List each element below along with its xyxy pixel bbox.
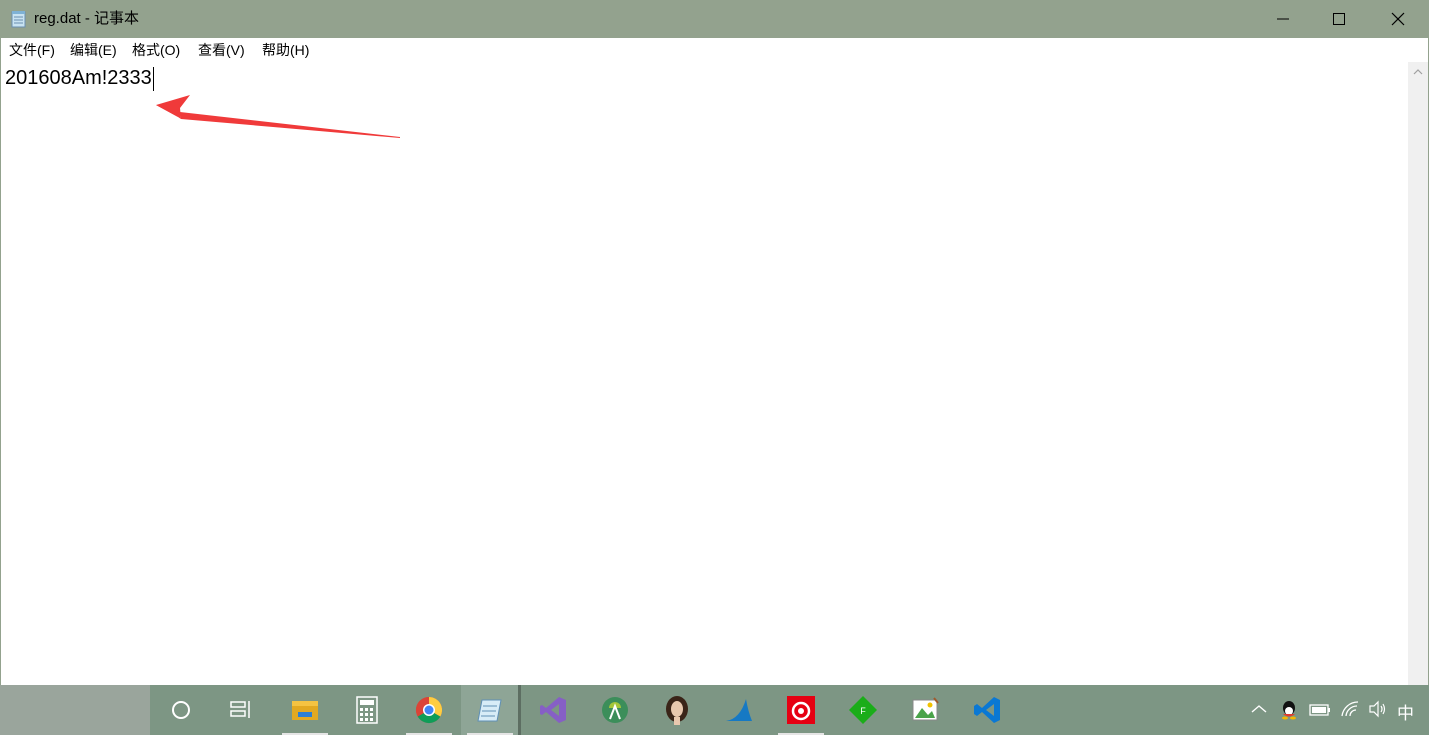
wireshark-icon: [726, 699, 752, 721]
file-explorer-taskbar-button[interactable]: [276, 685, 334, 735]
battery-icon[interactable]: [1309, 703, 1331, 717]
menu-format[interactable]: 格式(O): [132, 42, 180, 58]
menu-file[interactable]: 文件(F): [9, 42, 55, 58]
vscode-icon: [974, 697, 1000, 723]
show-hidden-icons-chevron-icon[interactable]: [1251, 704, 1267, 714]
netease-music-taskbar-button[interactable]: [772, 685, 830, 735]
task-view-button[interactable]: [212, 685, 270, 735]
visual-studio-icon: [540, 697, 566, 723]
taskbar: F 中: [0, 685, 1429, 735]
notepad-taskbar-button[interactable]: [461, 685, 519, 735]
android-studio-icon: [602, 697, 628, 723]
annotation-arrow: [156, 95, 400, 138]
portrait-app-icon: [666, 696, 688, 725]
taskbar-search-area[interactable]: [0, 685, 150, 735]
qq-icon[interactable]: [1280, 700, 1298, 720]
android-studio-taskbar-button[interactable]: [586, 685, 644, 735]
vscode-taskbar-button[interactable]: [958, 685, 1016, 735]
chrome-taskbar-button[interactable]: [400, 685, 458, 735]
vertical-scrollbar[interactable]: [1408, 62, 1429, 685]
scroll-up-arrow-icon[interactable]: [1413, 68, 1423, 76]
taskbar-separator: [518, 685, 521, 735]
editor-text: 201608Am!2333: [5, 67, 152, 89]
green-diamond-app-icon: F: [849, 696, 877, 724]
netease-music-icon: [787, 696, 815, 724]
volume-icon[interactable]: [1368, 700, 1388, 718]
text-caret: [153, 67, 154, 91]
close-icon: [1391, 12, 1405, 26]
input-method-indicator[interactable]: 中: [1397, 699, 1414, 724]
green-diamond-app-taskbar-button[interactable]: F: [834, 685, 892, 735]
task-view-icon: [230, 701, 250, 718]
menu-help[interactable]: 帮助(H): [262, 42, 309, 58]
calculator-icon: [356, 696, 378, 724]
visual-studio-taskbar-button[interactable]: [524, 685, 582, 735]
minimize-button[interactable]: [1254, 0, 1312, 38]
chrome-icon: [415, 696, 443, 724]
notepad-app-icon: [11, 10, 27, 28]
menu-bar: 文件(F) 编辑(E) 格式(O) 查看(V) 帮助(H): [0, 38, 1429, 62]
cortana-button[interactable]: [152, 685, 210, 735]
text-editor[interactable]: 201608Am!2333: [0, 62, 1408, 685]
maximize-icon: [1333, 13, 1345, 25]
maximize-button[interactable]: [1310, 0, 1368, 38]
calculator-taskbar-button[interactable]: [338, 685, 396, 735]
cortana-icon: [172, 701, 190, 719]
portrait-app-taskbar-button[interactable]: [648, 685, 706, 735]
image-editor-icon: [912, 697, 939, 721]
wireshark-taskbar-button[interactable]: [710, 685, 768, 735]
title-bar[interactable]: reg.dat - 记事本: [0, 0, 1429, 38]
minimize-icon: [1277, 18, 1289, 20]
image-editor-taskbar-button[interactable]: [896, 685, 954, 735]
file-explorer-icon: [292, 701, 318, 720]
menu-view[interactable]: 查看(V): [198, 42, 245, 58]
close-button[interactable]: [1369, 0, 1427, 38]
menu-edit[interactable]: 编辑(E): [70, 42, 117, 58]
notepad-icon: [477, 699, 502, 722]
window-title: reg.dat - 记事本: [34, 10, 140, 27]
svg-text:F: F: [860, 706, 866, 716]
wifi-icon[interactable]: [1340, 700, 1360, 718]
